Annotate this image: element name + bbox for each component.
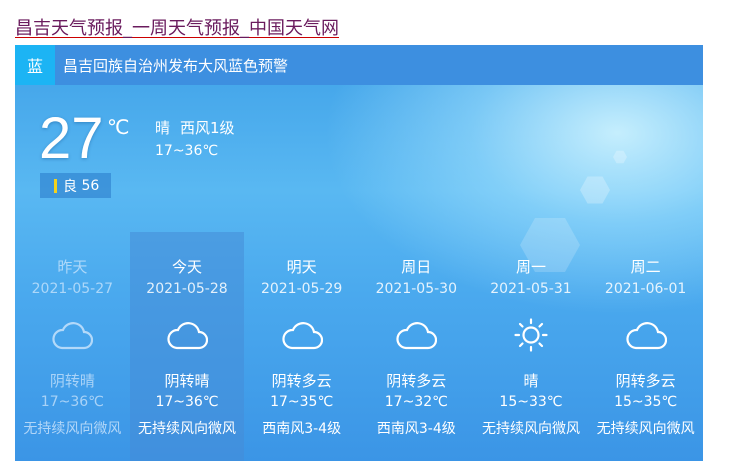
forecast-day-today[interactable]: 今天 2021-05-28 阴转晴 17~36℃ 无持续风向微风 <box>129 232 245 461</box>
forecast-day[interactable]: 周二 2021-06-01 阴转多云 15~35℃ 无持续风向微风 <box>588 232 703 461</box>
aqi-level-marker <box>54 178 57 193</box>
day-condition: 阴转多云 <box>386 372 447 390</box>
forecast-strip: 昨天 2021-05-27 阴转晴 17~36℃ 无持续风向微风 今天 2021… <box>15 232 703 461</box>
forecast-day[interactable]: 周日 2021-05-30 阴转多云 17~32℃ 西南风3-4级 <box>359 232 474 461</box>
day-condition: 阴转晴 <box>164 372 210 390</box>
day-name: 周二 <box>630 258 661 276</box>
temperature-unit: ℃ <box>107 115 130 139</box>
day-name: 今天 <box>171 258 202 276</box>
current-wind: 西风1级 <box>180 119 235 137</box>
page-title-link[interactable]: 昌吉天气预报_一周天气预报_中国天气网 <box>15 14 339 40</box>
day-temperature: 17~36℃ <box>40 394 104 410</box>
forecast-day[interactable]: 昨天 2021-05-27 阴转晴 17~36℃ 无持续风向微风 <box>15 232 130 461</box>
current-condition: 晴西风1级 <box>155 117 235 138</box>
day-temperature: 17~36℃ <box>155 394 219 410</box>
alert-text[interactable]: 昌吉回族自治州发布大风蓝色预警 <box>63 55 288 76</box>
forecast-day[interactable]: 周一 2021-05-31 晴 15~33℃ 无持续风向微风 <box>474 232 589 461</box>
cloud-icon <box>282 322 323 350</box>
day-temperature: 17~35℃ <box>270 394 334 410</box>
day-date: 2021-05-31 <box>490 281 572 297</box>
day-date: 2021-05-30 <box>375 281 457 297</box>
day-name: 明天 <box>286 258 317 276</box>
forecast-day[interactable]: 明天 2021-05-29 阴转多云 17~35℃ 西南风3-4级 <box>244 232 359 461</box>
day-condition: 阴转多云 <box>271 372 332 390</box>
day-condition: 晴 <box>523 372 539 390</box>
today-temp-range: 17~36℃ <box>155 143 219 159</box>
day-wind: 西南风3-4级 <box>376 421 456 437</box>
day-condition: 阴转晴 <box>49 372 95 390</box>
day-wind: 无持续风向微风 <box>481 421 580 437</box>
sun-icon <box>514 318 548 352</box>
day-temperature: 15~35℃ <box>614 394 678 410</box>
alert-level-badge: 蓝 <box>15 45 55 85</box>
current-temperature: 27 <box>39 106 104 171</box>
weather-alert[interactable]: 蓝 昌吉回族自治州发布大风蓝色预警 <box>15 45 703 85</box>
day-wind: 无持续风向微风 <box>137 421 236 437</box>
day-name: 昨天 <box>57 258 88 276</box>
weather-card: 蓝 昌吉回族自治州发布大风蓝色预警 27 ℃ 晴西风1级 17~36℃ 良 56… <box>15 45 703 461</box>
day-wind: 无持续风向微风 <box>23 421 122 437</box>
day-wind: 无持续风向微风 <box>596 421 695 437</box>
day-name: 周一 <box>515 258 546 276</box>
current-weather: 晴 <box>155 119 171 137</box>
cloud-icon <box>167 322 208 350</box>
day-temperature: 17~32℃ <box>384 394 448 410</box>
day-date: 2021-05-27 <box>31 281 114 297</box>
day-name: 周日 <box>401 258 432 276</box>
aqi-value: 56 <box>81 177 100 194</box>
day-date: 2021-06-01 <box>604 281 687 297</box>
cloud-icon <box>396 322 438 350</box>
cloud-icon <box>52 322 94 350</box>
air-quality-badge[interactable]: 良 56 <box>40 173 112 198</box>
day-date: 2021-05-28 <box>146 281 228 297</box>
day-temperature: 15~33℃ <box>499 394 563 410</box>
aqi-label: 良 <box>63 178 77 195</box>
day-date: 2021-05-29 <box>260 281 343 297</box>
day-wind: 西南风3-4级 <box>262 421 342 437</box>
day-condition: 阴转多云 <box>615 372 676 390</box>
cloud-icon <box>626 322 667 350</box>
